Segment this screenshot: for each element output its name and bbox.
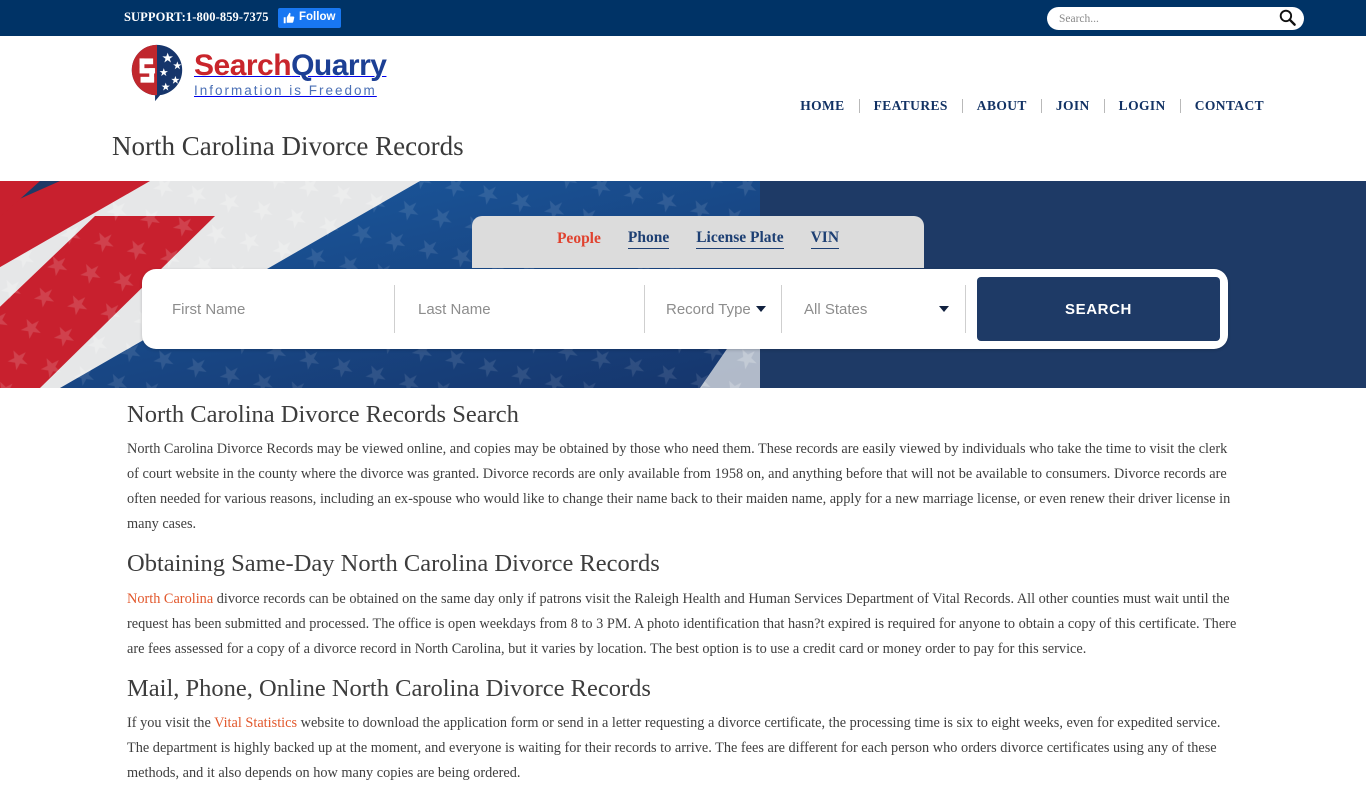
site-logo[interactable]: SearchQuarry Information is Freedom <box>126 41 387 103</box>
article-content: North Carolina Divorce Records Search No… <box>127 400 1237 790</box>
main-navigation: HOME FEATURES ABOUT JOIN LOGIN CONTACT <box>786 98 1278 114</box>
magnifier-icon <box>1278 8 1297 30</box>
support-phone-text: SUPPORT:1-800-859-7375 <box>124 10 269 24</box>
nav-item-login[interactable]: LOGIN <box>1105 98 1180 114</box>
nav-item-join[interactable]: JOIN <box>1042 98 1104 114</box>
link-vital-statistics[interactable]: Vital Statistics <box>214 715 297 731</box>
chevron-down-icon <box>755 306 766 312</box>
article-paragraph-3: If you visit the Vital Statistics websit… <box>127 711 1237 786</box>
tab-phone[interactable]: Phone <box>627 229 670 249</box>
last-name-input[interactable] <box>418 300 644 318</box>
article-paragraph-1: North Carolina Divorce Records may be vi… <box>127 441 1231 533</box>
state-select[interactable]: All States <box>804 301 965 318</box>
link-north-carolina[interactable]: North Carolina <box>127 591 213 607</box>
tab-license-plate[interactable]: License Plate <box>696 229 784 249</box>
first-name-field[interactable] <box>150 277 394 341</box>
logo-word-search: Search <box>194 48 292 82</box>
top-search-input[interactable] <box>1059 12 1276 25</box>
page-title: North Carolina Divorce Records <box>112 131 464 161</box>
logo-tagline: Information is Freedom <box>194 82 377 98</box>
top-search-box[interactable] <box>1047 7 1304 30</box>
search-submit-button[interactable]: SEARCH <box>977 277 1220 341</box>
logo-wordmark: SearchQuarry <box>194 48 387 82</box>
nav-item-features[interactable]: FEATURES <box>860 98 962 114</box>
searchquarry-logo-icon <box>126 41 188 103</box>
people-search-form: Record Type All States SEARCH <box>142 269 1228 349</box>
article-heading-same-day: Obtaining Same-Day North Carolina Divorc… <box>127 550 660 578</box>
facebook-follow-button[interactable]: Follow <box>278 8 342 28</box>
nav-item-home[interactable]: HOME <box>786 98 858 114</box>
state-field[interactable]: All States <box>781 277 965 341</box>
record-type-field[interactable]: Record Type <box>644 277 781 341</box>
site-header: SearchQuarry Information is Freedom HOME… <box>0 36 1366 114</box>
article-paragraph-2: North Carolina divorce records can be ob… <box>127 587 1237 662</box>
record-type-select[interactable]: Record Type <box>666 301 781 318</box>
article-heading-main: North Carolina Divorce Records Search <box>127 401 519 428</box>
article-paragraph-2-text: divorce records can be obtained on the s… <box>127 590 1237 657</box>
record-type-label: Record Type <box>666 300 751 318</box>
chevron-down-icon <box>939 306 949 312</box>
thumbs-up-icon <box>283 12 295 24</box>
nav-item-about[interactable]: ABOUT <box>963 98 1041 114</box>
first-name-input[interactable] <box>172 300 394 318</box>
search-button-container: SEARCH <box>965 277 1220 341</box>
last-name-field[interactable] <box>394 277 644 341</box>
logo-word-quarry: Quarry <box>291 48 387 82</box>
article-paragraph-3-before: If you visit the <box>127 715 215 732</box>
article-heading-mail-phone-online: Mail, Phone, Online North Carolina Divor… <box>127 674 651 702</box>
facebook-follow-label: Follow <box>299 11 336 24</box>
search-type-tabs: People Phone License Plate VIN <box>472 216 924 268</box>
tab-vin[interactable]: VIN <box>810 229 840 249</box>
nav-item-contact[interactable]: CONTACT <box>1181 98 1278 114</box>
tab-people[interactable]: People <box>557 230 601 249</box>
top-search-submit-button[interactable] <box>1276 8 1298 30</box>
top-utility-bar: SUPPORT:1-800-859-7375 Follow <box>0 0 1366 36</box>
state-label: All States <box>804 300 868 318</box>
